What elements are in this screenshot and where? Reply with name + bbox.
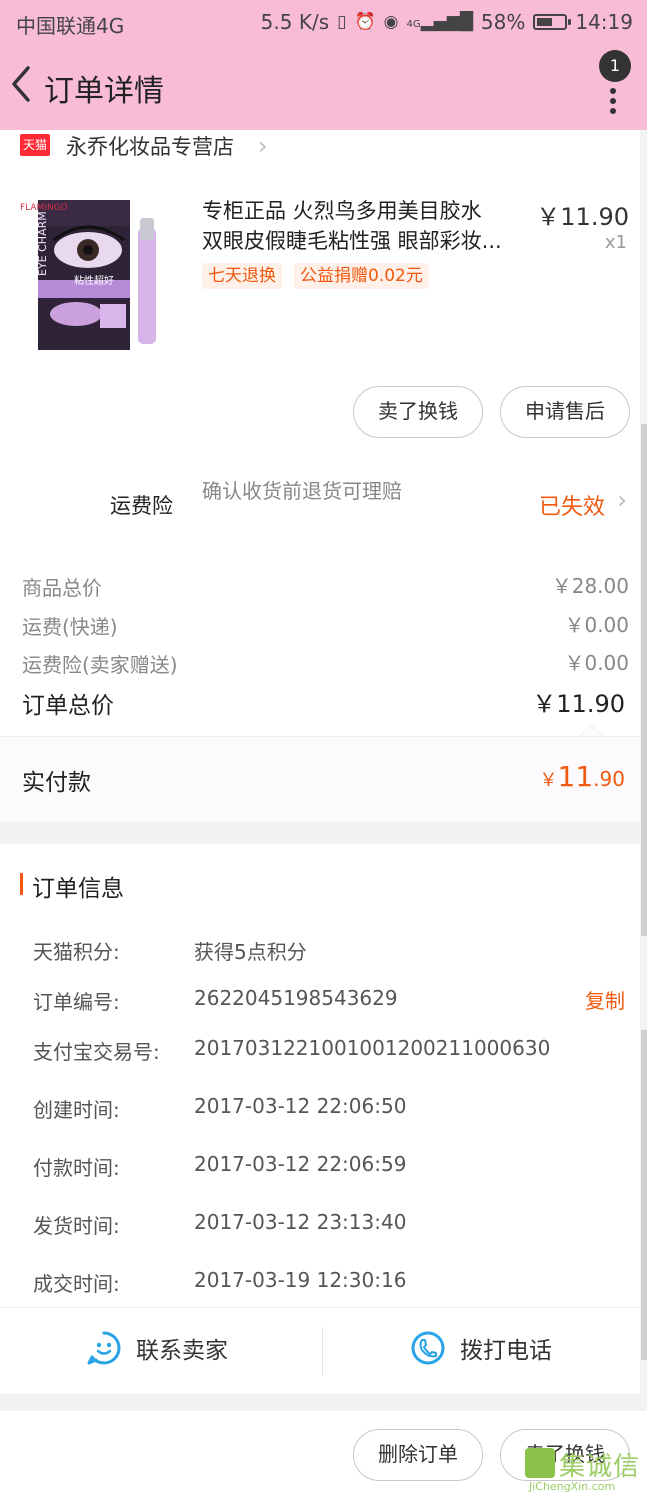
paid-time-label: 付款时间: [33,1156,120,1180]
shipping-insurance-label: 运费险(卖家赠送) [22,653,178,677]
battery-icon [533,14,572,30]
order-total-value: ￥11.90 [532,690,625,718]
product-title-line1: 专柜正品 火烈鸟多用美目胶水 [202,199,482,223]
status-icons: 5.5 K/s ▯ ⏰ ◉ 4G▂▄▆█ 58% 14:19 [261,10,633,34]
paid-decimal: .90 [593,767,625,791]
chevron-right-icon[interactable]: › [617,486,627,514]
signal-icon: 4G▂▄▆█ [406,12,473,32]
back-arrow-icon[interactable] [6,60,38,108]
app-header: 订单详情 1 [0,46,647,130]
more-menu-icon[interactable] [609,84,617,118]
points-label: 天猫积分: [33,940,120,964]
paid-currency: ￥ [539,770,558,791]
created-time-label: 创建时间: [33,1098,120,1122]
image-sticker-text: 粘性超好 [74,274,114,287]
phone-icon [411,1331,445,1365]
order-total-label: 订单总价 [22,693,114,719]
chat-smile-icon [87,1331,121,1365]
product-image[interactable]: FLAMINGO EYE CHARM 粘性超好 [16,192,184,356]
section-accent-bar [20,873,23,895]
call-phone-button[interactable]: 拨打电话 [410,1330,552,1366]
created-time-value: 2017-03-12 22:06:50 [194,1094,407,1118]
copy-order-number-button[interactable]: 复制 [585,985,625,1014]
tmall-logo: 天猫 [20,134,50,156]
notification-badge: 1 [599,50,631,82]
alarm-icon: ⏰ [354,12,376,32]
contact-seller-label: 联系卖家 [136,1338,228,1364]
subtotal-label: 商品总价 [22,576,102,600]
paid-amount: ￥11.90 [540,760,625,793]
scrollbar[interactable] [641,1030,647,1360]
points-value: 获得5点积分 [194,940,307,964]
network-type: 4G [406,19,421,30]
paid-time-value: 2017-03-12 22:06:59 [194,1152,407,1176]
shipped-time-value: 2017-03-12 23:13:40 [194,1210,407,1234]
order-detail-screen: 中国联通4G 5.5 K/s ▯ ⏰ ◉ 4G▂▄▆█ 58% 14:19 订单… [0,0,647,1500]
product-title-line2: 双眼皮假睫毛粘性强 眼部彩妆... [202,229,502,253]
watermark-en: JiChengXin.com [529,1480,616,1493]
order-number-label: 订单编号: [33,990,120,1014]
return-policy-tag: 七天退换 [202,263,282,289]
completed-time-value: 2017-03-19 12:30:16 [194,1268,407,1292]
shipping-insurance-value: ￥0.00 [564,651,629,675]
charity-tag: 公益捐赠0.02元 [294,263,429,289]
alipay-number-value: 2017031221001001200211000630 [194,1036,551,1060]
insurance-description: 确认收货前退货可理赔 [202,479,402,503]
status-bar: 中国联通4G 5.5 K/s ▯ ⏰ ◉ 4G▂▄▆█ 58% 14:19 [0,0,647,46]
chevron-right-icon[interactable]: › [258,132,268,160]
clock: 14:19 [575,10,633,34]
shipped-time-label: 发货时间: [33,1214,120,1238]
product-quantity: x1 [604,232,627,253]
completed-time-label: 成交时间: [33,1272,120,1296]
battery-percent: 58% [480,10,526,34]
delete-order-button[interactable]: 删除订单 [353,1429,483,1481]
network-speed: 5.5 K/s [260,10,330,34]
image-line-text: EYE CHARM [36,211,49,276]
alipay-number-label: 支付宝交易号: [33,1040,160,1064]
product-price: ￥11.90 [536,203,629,231]
order-number-value: 2622045198543629 [194,986,398,1010]
paid-label: 实付款 [22,770,91,796]
paid-integer: 11 [557,760,594,793]
shipping-label: 运费(快递) [22,615,118,639]
insurance-status[interactable]: 已失效 [539,489,605,521]
insurance-label: 运费险 [110,494,173,518]
eye-icon: ◉ [383,12,399,32]
subtotal-value: ￥28.00 [551,574,629,598]
watermark-logo: 集诚信 JiChengXin.com [525,1446,643,1498]
call-phone-label: 拨打电话 [460,1338,552,1364]
caret-up-icon [579,724,603,736]
watermark-cn: 集诚信 [559,1452,641,1482]
battery-level [537,18,553,26]
scrollbar[interactable] [641,424,647,936]
shop-name[interactable]: 永乔化妆品专营店 [66,131,234,161]
product-title[interactable]: 专柜正品 火烈鸟多用美目胶水 双眼皮假睫毛粘性强 眼部彩妆... [202,196,532,256]
contact-seller-button[interactable]: 联系卖家 [86,1330,228,1366]
vibrate-icon: ▯ [337,12,347,32]
shipping-value: ￥0.00 [564,613,629,637]
order-info-title: 订单信息 [32,876,124,902]
carrier-label: 中国联通4G [16,14,125,38]
divider [0,1307,640,1308]
divider [322,1327,323,1375]
page-title: 订单详情 [44,74,164,109]
watermark-icon [525,1448,555,1478]
after-sale-button[interactable]: 申请售后 [500,386,630,438]
sell-exchange-button[interactable]: 卖了换钱 [353,386,483,438]
